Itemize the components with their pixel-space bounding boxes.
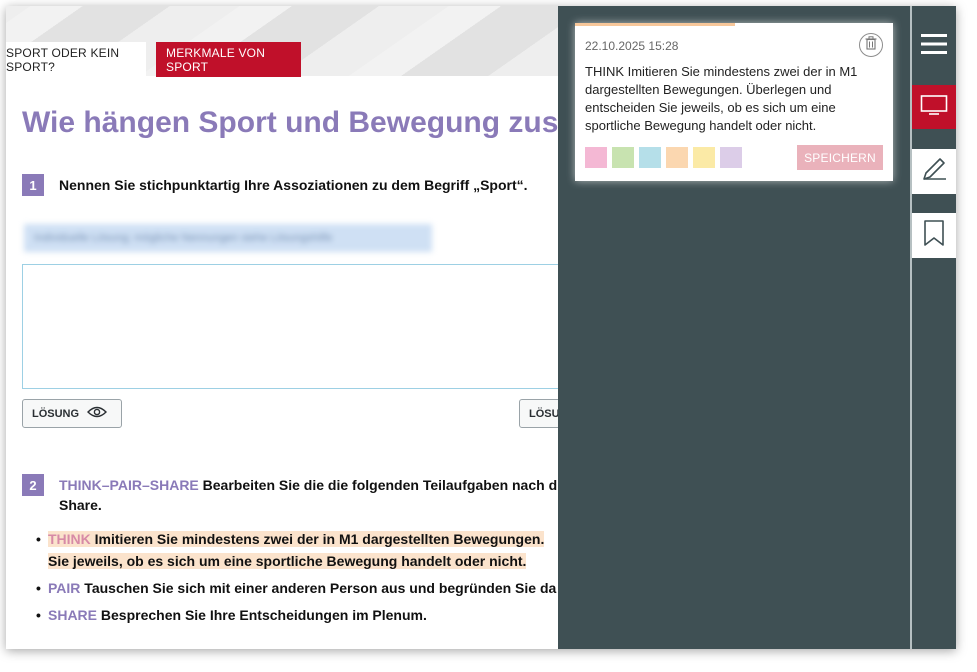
note-timestamp: 22.10.2025 15:28 bbox=[585, 39, 679, 53]
bookmark-icon bbox=[923, 219, 945, 252]
share-label: SHARE bbox=[48, 607, 98, 623]
pair-label: PAIR bbox=[48, 580, 81, 596]
think-text: Imitieren Sie mindestens zwei der in M1 … bbox=[90, 531, 545, 547]
menu-button[interactable] bbox=[912, 24, 956, 68]
color-swatch-green[interactable] bbox=[612, 147, 634, 168]
color-swatch-lavender[interactable] bbox=[720, 147, 742, 168]
task-instruction: Nennen Sie stichpunktartig Ihre Assoziat… bbox=[59, 177, 528, 193]
presentation-button[interactable] bbox=[912, 85, 956, 129]
bookmark-button[interactable] bbox=[912, 213, 956, 258]
eye-icon bbox=[87, 406, 108, 421]
blurred-solution-hint: Individuelle Lösung; mögliche Nennungen … bbox=[24, 224, 432, 252]
task-list: THINK Imitieren Sie mindestens zwei der … bbox=[36, 528, 576, 631]
task-instruction: THINK–PAIR–SHARE Bearbeiten Sie die die … bbox=[59, 475, 579, 515]
think-text-line2: Sie jeweils, ob es sich um eine sportlic… bbox=[48, 553, 527, 569]
right-toolbar bbox=[910, 6, 956, 649]
list-item-share: SHARE Besprechen Sie Ihre Entscheidungen… bbox=[36, 604, 576, 626]
pair-text: Tauschen Sie sich mit einer anderen Pers… bbox=[80, 580, 557, 596]
tab-sport-oder-kein-sport[interactable]: SPORT ODER KEIN SPORT? bbox=[6, 42, 146, 77]
presentation-icon bbox=[920, 94, 948, 121]
share-text: Besprechen Sie Ihre Entscheidungen im Pl… bbox=[97, 607, 427, 623]
note-card[interactable]: 22.10.2025 15:28 THINK Imitieren Sie min… bbox=[575, 23, 893, 181]
tab-merkmale-von-sport[interactable]: MERKMALE VON SPORT bbox=[156, 42, 301, 77]
color-swatch-yellow[interactable] bbox=[693, 147, 715, 168]
think-label: THINK bbox=[48, 531, 91, 547]
save-note-button[interactable]: SPEICHERN bbox=[797, 145, 883, 170]
solution-button-label: LÖSU bbox=[529, 407, 560, 420]
page-title: Wie hängen Sport und Bewegung zusam bbox=[22, 106, 602, 139]
color-swatch-pink[interactable] bbox=[585, 147, 607, 168]
solution-button[interactable]: LÖSUNG bbox=[22, 399, 122, 428]
note-text[interactable]: THINK Imitieren Sie mindestens zwei der … bbox=[585, 63, 881, 135]
color-swatches bbox=[585, 147, 742, 168]
task-number-badge: 2 bbox=[22, 474, 44, 496]
task-text-line2: Share. bbox=[59, 497, 102, 513]
delete-note-button[interactable] bbox=[859, 33, 883, 57]
menu-icon bbox=[920, 33, 948, 60]
list-item-pair: PAIR Tauschen Sie sich mit einer anderen… bbox=[36, 577, 576, 599]
color-swatch-blue[interactable] bbox=[639, 147, 661, 168]
task-text: Bearbeiten Sie die die folgenden Teilauf… bbox=[198, 477, 558, 493]
trash-icon bbox=[865, 35, 877, 55]
task-number-badge: 1 bbox=[22, 174, 44, 196]
list-item-think: THINK Imitieren Sie mindestens zwei der … bbox=[36, 528, 576, 572]
notes-button[interactable] bbox=[912, 149, 956, 194]
pen-icon bbox=[920, 155, 948, 188]
color-swatch-orange[interactable] bbox=[666, 147, 688, 168]
method-label: THINK–PAIR–SHARE bbox=[59, 477, 199, 493]
notes-panel: 22.10.2025 15:28 THINK Imitieren Sie min… bbox=[558, 6, 910, 649]
app-frame: SPORT ODER KEIN SPORT? MERKMALE VON SPOR… bbox=[6, 6, 956, 649]
note-color-bar bbox=[575, 23, 735, 26]
answer-textarea[interactable] bbox=[22, 264, 582, 389]
solution-button-label: LÖSUNG bbox=[32, 407, 80, 420]
